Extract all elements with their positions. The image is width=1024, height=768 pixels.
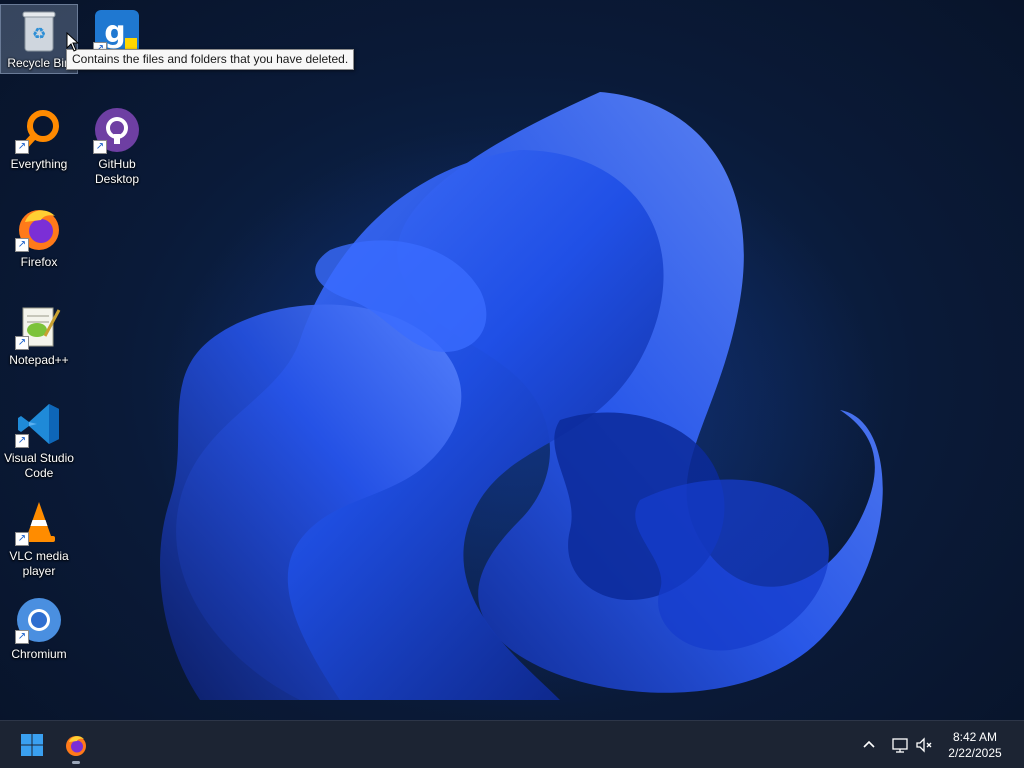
desktop-icon-label: Firefox	[20, 255, 58, 269]
windows-logo-icon	[21, 734, 43, 756]
chromium-icon: ↗	[15, 596, 63, 644]
github-icon: ↗	[93, 106, 141, 154]
desktop-icon-label: Chromium	[11, 647, 67, 661]
shortcut-arrow-icon: ↗	[15, 336, 29, 350]
desktop-icon-vlc[interactable]: ↗ VLC media player	[0, 494, 78, 579]
desktop-icon-notepadpp[interactable]: ↗ Notepad++	[0, 298, 78, 368]
desktop-icon-label: GitHub Desktop	[94, 157, 140, 186]
shortcut-arrow-icon: ↗	[15, 140, 29, 154]
desktop-icon-chromium[interactable]: ↗ Chromium	[0, 592, 78, 662]
start-button[interactable]	[12, 725, 52, 765]
running-indicator	[72, 761, 80, 764]
desktop-icon-github-desktop[interactable]: ↗ GitHub Desktop	[78, 102, 156, 187]
desktop-icon-label: Everything	[10, 157, 68, 171]
shortcut-arrow-icon: ↗	[15, 434, 29, 448]
everything-search-icon: ↗	[15, 106, 63, 154]
vscode-icon: ↗	[15, 400, 63, 448]
clock-time: 8:42 AM	[952, 730, 998, 744]
network-icon	[892, 738, 908, 753]
svg-text:g: g	[104, 15, 125, 50]
taskbar-clock[interactable]: 8:42 AM 2/22/2025	[940, 729, 1010, 761]
speaker-muted-icon	[916, 737, 932, 753]
mouse-cursor-icon	[66, 32, 80, 52]
network-button[interactable]	[890, 735, 910, 755]
taskbar: 8:42 AM 2/22/2025	[0, 720, 1024, 768]
desktop-icon-label: Notepad++	[9, 353, 69, 367]
chevron-up-icon	[863, 740, 875, 748]
taskbar-firefox-button[interactable]	[56, 725, 96, 765]
svg-text:♻: ♻	[32, 24, 46, 43]
desktop-icon-everything[interactable]: ↗ Everything	[0, 102, 78, 172]
desktop-icon-label: VLC media player	[9, 549, 69, 578]
show-hidden-icons-button[interactable]	[859, 735, 879, 755]
vlc-cone-icon: ↗	[15, 498, 63, 546]
shortcut-arrow-icon: ↗	[93, 140, 107, 154]
firefox-icon	[66, 736, 86, 756]
recycle-bin-tooltip: Contains the files and folders that you …	[66, 49, 355, 70]
notepadpp-icon: ↗	[15, 302, 63, 350]
desktop-icon-vscode[interactable]: ↗ Visual Studio Code	[0, 396, 78, 481]
desktop-icon-label: Recycle Bin	[7, 56, 71, 70]
shortcut-arrow-icon: ↗	[15, 532, 29, 546]
clock-date: 2/22/2025	[948, 746, 1002, 760]
desktop-icon-firefox[interactable]: ↗ Firefox	[0, 200, 78, 270]
firefox-icon: ↗	[15, 204, 63, 252]
desktop-icon-label: Visual Studio Code	[4, 451, 74, 480]
shortcut-arrow-icon: ↗	[15, 238, 29, 252]
volume-button[interactable]	[914, 735, 934, 755]
recycle-bin-icon: ♻	[19, 9, 59, 53]
shortcut-arrow-icon: ↗	[15, 630, 29, 644]
